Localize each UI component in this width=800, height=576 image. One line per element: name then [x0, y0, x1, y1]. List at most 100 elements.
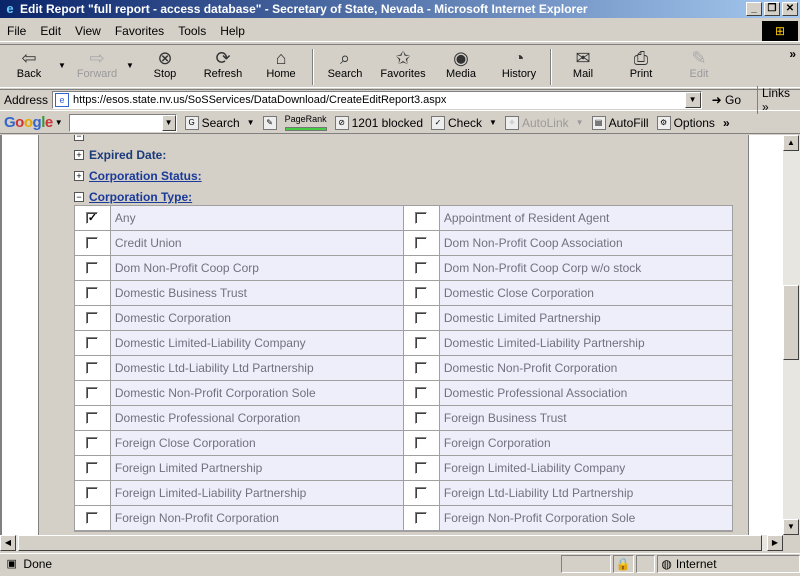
corporation-type-checkbox[interactable] — [86, 337, 99, 349]
corporation-type-label[interactable]: Foreign Limited-Liability Company — [439, 456, 732, 480]
corporation-type-checkbox[interactable] — [86, 387, 99, 399]
popup-blocker-button[interactable]: ⊘ 1201 blocked — [334, 115, 423, 130]
corporation-type-checkbox[interactable] — [415, 312, 428, 324]
corporation-type-checkbox[interactable] — [415, 462, 428, 474]
menu-tools[interactable]: Tools — [171, 24, 213, 38]
horizontal-scroll-thumb[interactable] — [18, 535, 762, 551]
corporation-type-checkbox[interactable] — [86, 287, 99, 299]
corporation-type-checkbox[interactable] — [86, 262, 99, 274]
corporation-type-label[interactable]: Foreign Close Corporation — [110, 431, 404, 455]
autolink-dropdown-icon[interactable]: ▼ — [576, 118, 584, 127]
mail-button[interactable]: ✉ Mail — [554, 45, 612, 87]
corporation-type-checkbox[interactable] — [415, 437, 428, 449]
google-search-input[interactable]: ▼ — [68, 113, 177, 132]
corporation-status-link[interactable]: Corporation Status: — [89, 169, 202, 183]
corporation-type-checkbox[interactable] — [415, 337, 428, 349]
autofill-button[interactable]: ▤ AutoFill — [591, 115, 649, 130]
corporation-type-checkbox[interactable] — [86, 312, 99, 324]
horizontal-scrollbar[interactable]: ◀ ▶ — [0, 535, 783, 551]
corporation-type-checkbox[interactable] — [86, 487, 99, 499]
corporation-type-checkbox[interactable] — [415, 212, 428, 224]
corporation-type-label[interactable]: Credit Union — [110, 231, 404, 255]
corporation-type-label[interactable]: Domestic Non-Profit Corporation — [439, 356, 732, 380]
collapse-icon[interactable]: − — [74, 135, 84, 141]
autolink-button[interactable]: ✧ AutoLink ▼ — [504, 115, 584, 130]
history-button[interactable]: ◔ History — [490, 45, 548, 87]
scroll-down-icon[interactable]: ▼ — [783, 519, 799, 535]
vertical-scroll-thumb[interactable] — [783, 285, 799, 360]
refresh-button[interactable]: ⟳ Refresh — [194, 45, 252, 87]
minimize-button[interactable]: _ — [746, 2, 762, 16]
corporation-type-checkbox[interactable] — [415, 512, 428, 524]
google-menu-dropdown-icon[interactable]: ▼ — [55, 118, 63, 127]
corporation-type-checkbox[interactable] — [415, 287, 428, 299]
corporation-type-label[interactable]: Dom Non-Profit Coop Association — [439, 231, 732, 255]
corporation-type-label[interactable]: Domestic Business Trust — [110, 281, 404, 305]
corporation-type-label[interactable]: Appointment of Resident Agent — [439, 206, 732, 230]
back-dropdown-icon[interactable]: ▼ — [58, 45, 68, 70]
google-search-button[interactable]: G Search ▼ — [184, 115, 255, 130]
menu-edit[interactable]: Edit — [33, 24, 68, 38]
corporation-type-checkbox[interactable]: ✓ — [86, 212, 99, 224]
options-button[interactable]: ⚙ Options — [656, 115, 715, 130]
corporation-type-checkbox[interactable] — [86, 462, 99, 474]
media-button[interactable]: ◉ Media — [432, 45, 490, 87]
corporation-type-label[interactable]: Foreign Non-Profit Corporation Sole — [439, 506, 732, 530]
google-logo[interactable]: Google — [4, 114, 53, 131]
menu-favorites[interactable]: Favorites — [108, 24, 171, 38]
corporation-type-checkbox[interactable] — [415, 362, 428, 374]
corporation-type-checkbox[interactable] — [86, 237, 99, 249]
corporation-type-label[interactable]: Domestic Ltd-Liability Ltd Partnership — [110, 356, 404, 380]
corporation-type-checkbox[interactable] — [415, 262, 428, 274]
corporation-type-label[interactable]: Foreign Limited-Liability Partnership — [110, 481, 404, 505]
close-button[interactable]: ✕ — [782, 2, 798, 16]
check-dropdown-icon[interactable]: ▼ — [489, 118, 497, 127]
corporation-type-label[interactable]: Domestic Professional Association — [439, 381, 732, 405]
google-more-chevron-icon[interactable]: » — [723, 116, 730, 130]
spell-check-button[interactable]: ✓ Check ▼ — [431, 115, 497, 130]
corporation-type-link[interactable]: Corporation Type: — [89, 190, 192, 204]
corporation-type-label[interactable]: Foreign Business Trust — [439, 406, 732, 430]
corporation-type-label[interactable]: Domestic Close Corporation — [439, 281, 732, 305]
corporation-type-label[interactable]: Domestic Limited-Liability Partnership — [439, 331, 732, 355]
corporation-type-checkbox[interactable] — [86, 412, 99, 424]
address-dropdown-icon[interactable]: ▼ — [684, 92, 701, 108]
corporation-type-label[interactable]: Dom Non-Profit Coop Corp w/o stock — [439, 256, 732, 280]
menu-view[interactable]: View — [68, 24, 108, 38]
home-button[interactable]: ⌂ Home — [252, 45, 310, 87]
stop-button[interactable]: ⊗ Stop — [136, 45, 194, 87]
vertical-scrollbar[interactable]: ▲ ▼ — [783, 135, 800, 535]
corporation-type-checkbox[interactable] — [415, 487, 428, 499]
corporation-type-checkbox[interactable] — [415, 237, 428, 249]
corporation-type-checkbox[interactable] — [86, 437, 99, 449]
corporation-type-checkbox[interactable] — [415, 412, 428, 424]
scroll-left-icon[interactable]: ◀ — [0, 535, 16, 551]
address-input[interactable]: e https://esos.state.nv.us/SoSServices/D… — [52, 91, 702, 109]
address-url[interactable]: https://esos.state.nv.us/SoSServices/Dat… — [73, 94, 685, 106]
corporation-type-label[interactable]: Foreign Ltd-Liability Ltd Partnership — [439, 481, 732, 505]
edit-button[interactable]: ✎ Edit — [670, 45, 728, 87]
expand-icon[interactable]: + — [74, 150, 84, 160]
google-search-dropdown-icon[interactable]: ▼ — [161, 114, 176, 131]
corporation-type-label[interactable]: Domestic Non-Profit Corporation Sole — [110, 381, 404, 405]
forward-button[interactable]: ⇨ Forward — [68, 45, 126, 87]
corporation-type-label[interactable]: Dom Non-Profit Coop Corp — [110, 256, 404, 280]
toolbar-more-chevron-icon[interactable]: » — [789, 47, 796, 61]
highlight-button[interactable]: ✎ — [262, 115, 277, 130]
corporation-type-checkbox[interactable] — [86, 362, 99, 374]
corporation-type-label[interactable]: Domestic Limited Partnership — [439, 306, 732, 330]
print-button[interactable]: ⎙ Print — [612, 45, 670, 87]
corporation-type-label[interactable]: Foreign Non-Profit Corporation — [110, 506, 404, 530]
corporation-type-label[interactable]: Domestic Corporation — [110, 306, 404, 330]
corporation-type-checkbox[interactable] — [415, 387, 428, 399]
forward-dropdown-icon[interactable]: ▼ — [126, 45, 136, 70]
back-button[interactable]: ⇦ Back — [0, 45, 58, 87]
expand-icon[interactable]: + — [74, 171, 84, 181]
corporation-type-label[interactable]: Any — [110, 206, 404, 230]
expired-date-label[interactable]: Expired Date: — [89, 148, 166, 162]
corporation-type-checkbox[interactable] — [86, 512, 99, 524]
restore-button[interactable]: ❐ — [764, 2, 780, 16]
collapse-icon[interactable]: − — [74, 192, 84, 202]
scroll-right-icon[interactable]: ▶ — [767, 535, 783, 551]
corporation-type-label[interactable]: Foreign Limited Partnership — [110, 456, 404, 480]
